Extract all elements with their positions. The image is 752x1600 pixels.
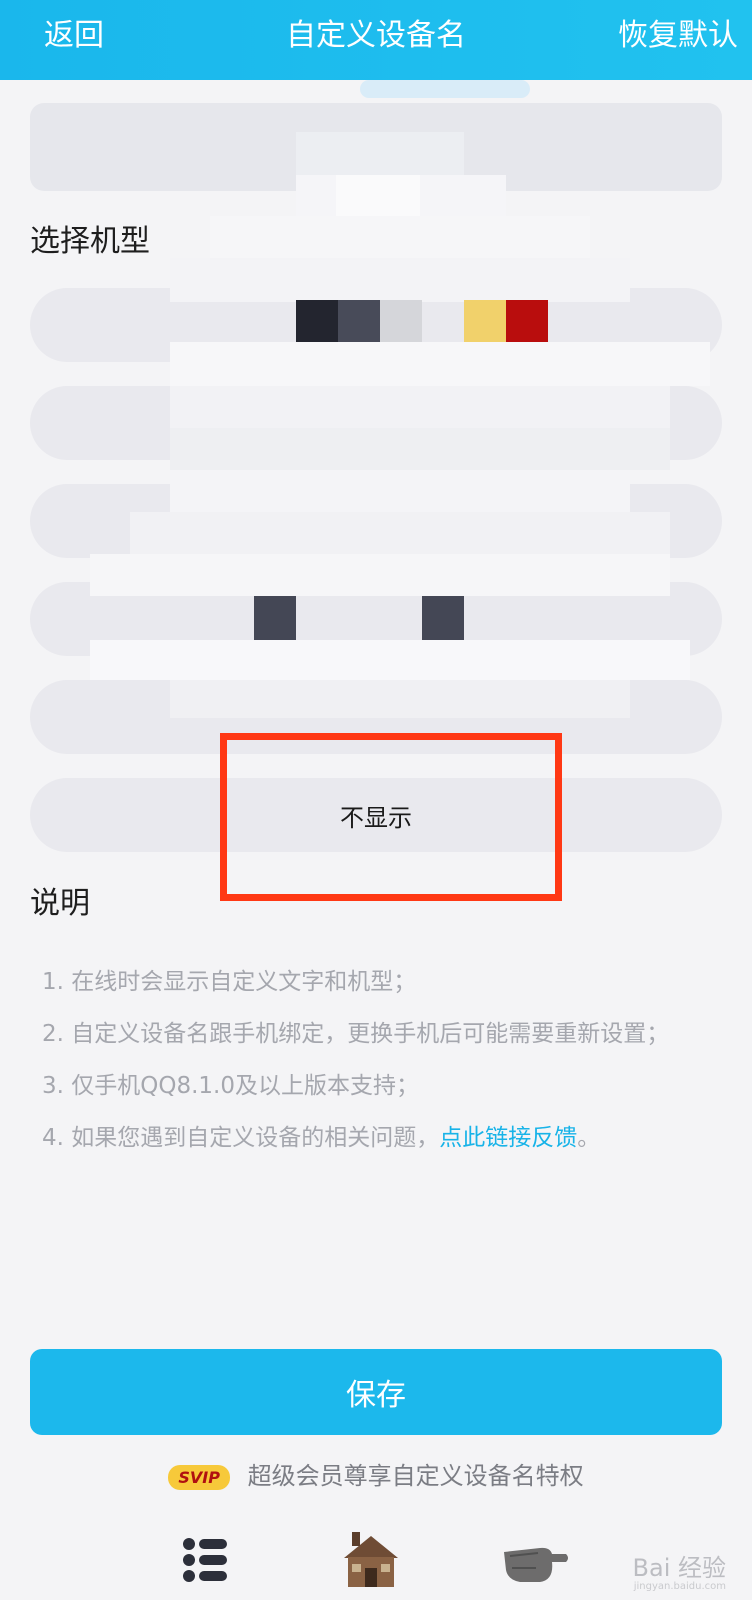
highlight-box (220, 733, 562, 901)
mosaic-block (296, 300, 338, 344)
baidu-watermark: Bai 经验 jingyan.baidu.com (632, 1554, 726, 1592)
mosaic-block (170, 680, 630, 718)
svip-text: 超级会员尊享自定义设备名特权 (247, 1462, 584, 1490)
mosaic-block (422, 596, 464, 640)
notes-list: 1. 在线时会显示自定义文字和机型； 2. 自定义设备名跟手机绑定，更换手机后可… (42, 965, 712, 1173)
mosaic-block (130, 512, 670, 554)
save-button[interactable]: 保存 (30, 1349, 722, 1435)
mosaic-block (506, 300, 548, 344)
mosaic-block (210, 216, 590, 260)
pointing-hand-icon[interactable] (500, 1530, 570, 1590)
mosaic-block (464, 300, 506, 344)
home-hut-icon[interactable] (338, 1530, 404, 1590)
note-item-4-end: 。 (577, 1125, 601, 1151)
note-item-2: 2. 自定义设备名跟手机绑定，更换手机后可能需要重新设置； (42, 1021, 670, 1047)
mosaic-block (338, 300, 380, 344)
note-item-1: 1. 在线时会显示自定义文字和机型； (42, 969, 417, 995)
mosaic-block (90, 554, 670, 596)
svip-badge: SVIP (168, 1464, 230, 1490)
mosaic-block (380, 300, 422, 344)
model-section-title: 选择机型 (30, 224, 150, 259)
mosaic-block (170, 386, 670, 428)
mosaic-block (170, 428, 670, 470)
feedback-link[interactable]: 点此链接反馈 (439, 1125, 577, 1151)
mosaic-block (296, 132, 464, 180)
mosaic-block (170, 470, 630, 512)
note-item-4-text: 4. 如果您遇到自定义设备的相关问题， (42, 1125, 440, 1151)
note-item-3: 3. 仅手机QQ8.1.0及以上版本支持； (42, 1073, 419, 1099)
mosaic-block (170, 258, 630, 302)
restore-default-button[interactable]: 恢复默认 (618, 16, 738, 56)
menu-list-icon[interactable] (176, 1530, 236, 1590)
svip-promo[interactable]: SVIP 超级会员尊享自定义设备名特权 (0, 1456, 752, 1491)
mosaic-block (360, 80, 530, 98)
mosaic-block (254, 596, 296, 640)
mosaic-block (336, 175, 420, 217)
top-bar: 返回 自定义设备名 恢复默认 (0, 0, 752, 80)
save-button-label: 保存 (346, 1378, 406, 1413)
note-item-4: 4. 如果您遇到自定义设备的相关问题，点此链接反馈。 (42, 1121, 712, 1155)
mosaic-block (170, 342, 710, 386)
mosaic-block (90, 640, 690, 680)
notes-title: 说明 (30, 886, 90, 921)
